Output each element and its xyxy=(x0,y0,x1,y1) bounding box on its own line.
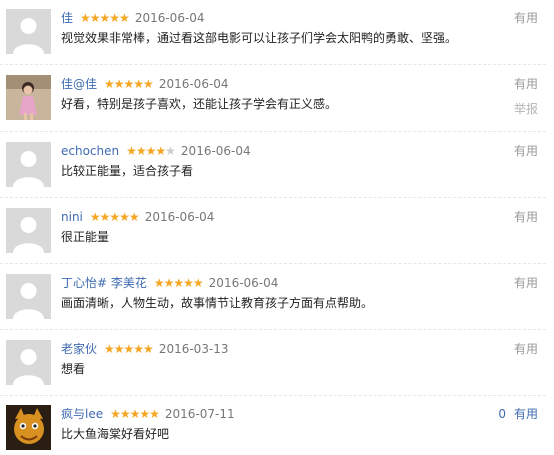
comment-date: 2016-06-04 xyxy=(158,77,229,91)
divider xyxy=(0,131,546,132)
divider xyxy=(0,263,546,264)
rating-stars-icon: ★★★★★ xyxy=(104,77,154,91)
username[interactable]: 丁心怡# 李美花 xyxy=(61,276,147,290)
username[interactable]: 佳 xyxy=(61,11,73,25)
default-avatar-icon[interactable] xyxy=(6,340,51,385)
default-avatar-icon[interactable] xyxy=(6,142,51,187)
useful-button[interactable]: 0 有用 xyxy=(498,405,538,423)
divider xyxy=(0,329,546,330)
rating-stars-icon: ★★★★★ xyxy=(110,407,160,421)
comment-text: 很正能量 xyxy=(61,230,110,244)
rating-stars-icon: ★★★★★ xyxy=(89,210,140,224)
comment-text: 比较正能量，适合孩子看 xyxy=(61,164,194,178)
photo-avatar-cartoon-icon[interactable] xyxy=(6,405,51,450)
useful-button[interactable]: 有用 xyxy=(514,274,538,292)
username[interactable]: 疯与lee xyxy=(61,407,103,421)
comment-list: 佳 ★★★★★ 2016-06-04 视觉效果非常棒，通过看这部电影可以让孩子们学会… xyxy=(0,0,554,455)
default-avatar-icon[interactable] xyxy=(6,9,51,54)
comment-text: 想看 xyxy=(61,362,86,376)
username[interactable]: echochen xyxy=(61,144,119,158)
default-avatar-icon[interactable] xyxy=(6,274,51,319)
rating-stars-icon: ★★★★★ xyxy=(126,144,176,158)
report-button[interactable]: 举报 xyxy=(514,100,538,118)
rating-stars-icon: ★★★★★ xyxy=(80,11,130,25)
rating-stars-icon: ★★★★★ xyxy=(153,276,204,290)
photo-avatar-girl-icon[interactable] xyxy=(6,75,51,120)
comment-date: 2016-06-04 xyxy=(208,276,279,290)
username[interactable]: nini xyxy=(61,210,83,224)
useful-button[interactable]: 有用 xyxy=(514,142,538,160)
comment-text: 比大鱼海棠好看好吧 xyxy=(61,427,170,441)
divider xyxy=(0,64,546,65)
comment-date: 2016-06-04 xyxy=(144,210,215,224)
default-avatar-icon[interactable] xyxy=(6,208,51,253)
rating-stars-icon: ★★★★★ xyxy=(104,342,154,356)
username[interactable]: 佳@佳 xyxy=(61,77,97,91)
useful-count: 0 xyxy=(498,407,506,421)
comment-date: 2016-07-11 xyxy=(164,407,235,421)
useful-button[interactable]: 有用 xyxy=(514,75,538,93)
comment-text: 画面清晰，人物生动，故事情节让教育孩子方面有点帮助。 xyxy=(61,296,374,310)
comment-date: 2016-03-13 xyxy=(158,342,229,356)
useful-button[interactable]: 有用 xyxy=(514,208,538,226)
useful-label: 有用 xyxy=(513,407,538,421)
useful-button[interactable]: 有用 xyxy=(514,340,538,358)
comment-date: 2016-06-04 xyxy=(180,144,251,158)
comment-text: 好看，特别是孩子喜欢，还能让孩子学会有正义感。 xyxy=(61,97,338,111)
divider xyxy=(0,197,546,198)
comment-text: 视觉效果非常棒，通过看这部电影可以让孩子们学会太阳鸭的勇敢、坚强。 xyxy=(61,31,458,45)
username[interactable]: 老家伙 xyxy=(61,342,97,356)
useful-button[interactable]: 有用 xyxy=(514,9,538,27)
divider xyxy=(0,395,546,396)
comment-date: 2016-06-04 xyxy=(134,11,205,25)
